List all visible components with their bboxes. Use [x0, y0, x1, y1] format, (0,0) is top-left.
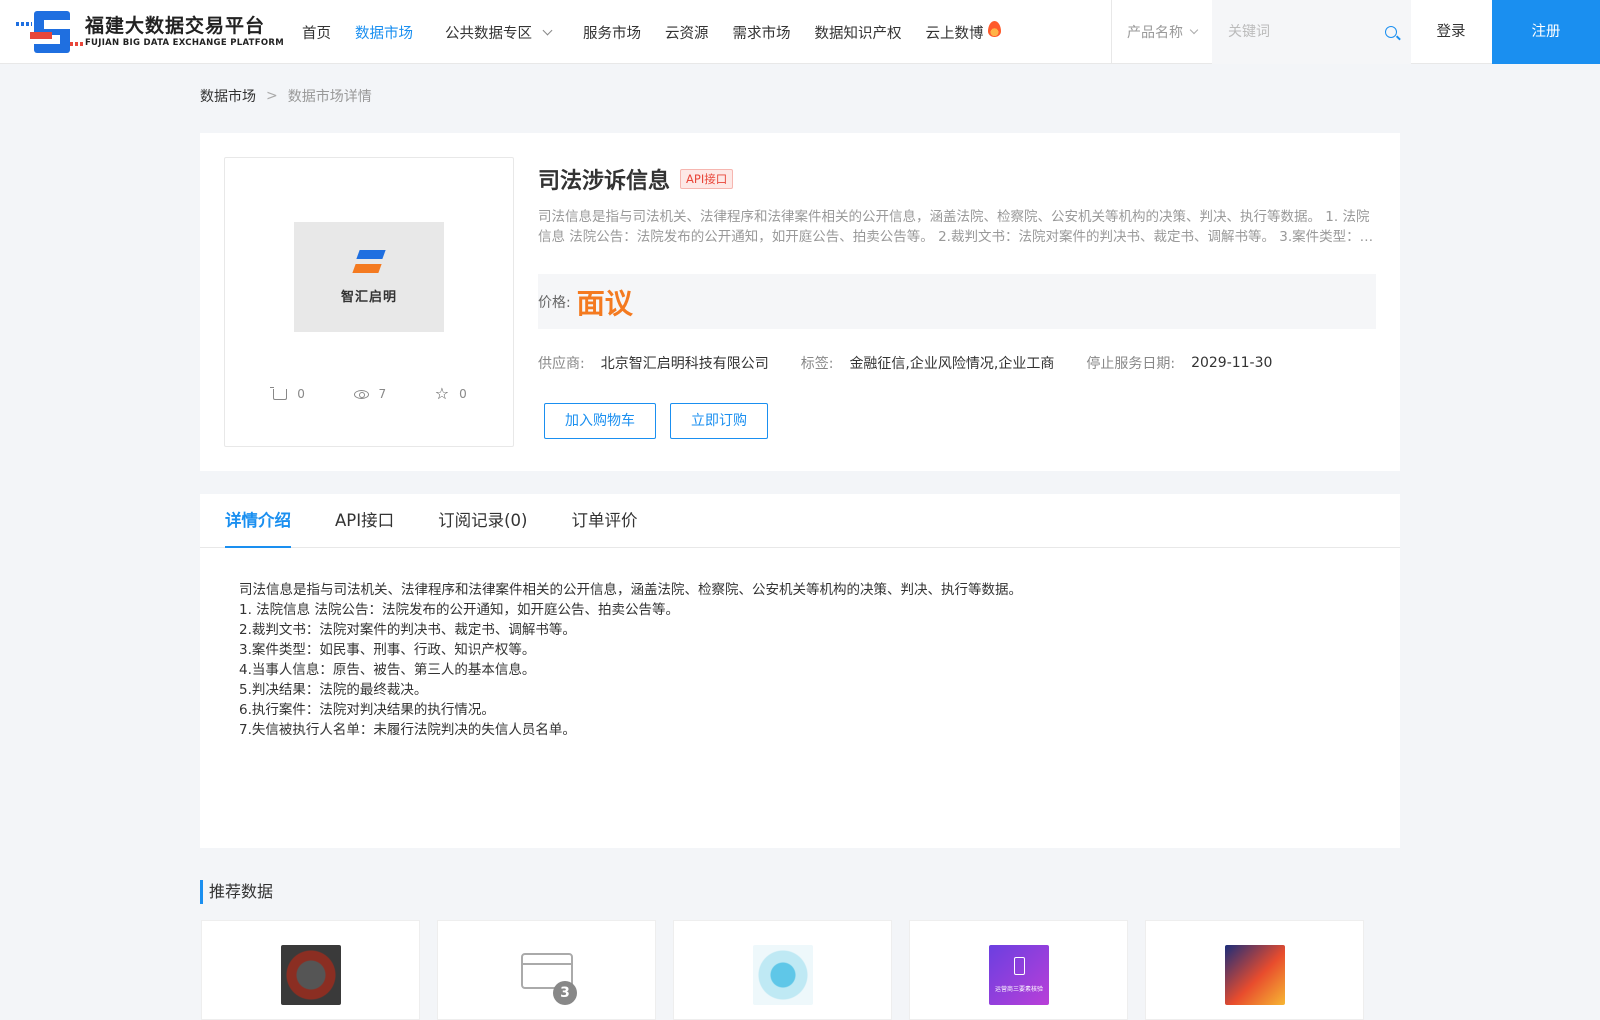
nav-home[interactable]: 首页	[302, 22, 331, 43]
view-count-value: 7	[378, 387, 387, 401]
id-card-icon: 3	[517, 945, 577, 1005]
tab-api[interactable]: API接口	[335, 494, 394, 548]
recommended-card[interactable]: 3	[437, 920, 656, 1020]
detail-line: 司法信息是指与司法机关、法律程序和法律案件相关的公开信息，涵盖法院、检察院、公安…	[239, 582, 1022, 598]
nav-cloud-resource[interactable]: 云资源	[665, 22, 709, 43]
api-badge: API接口	[680, 169, 734, 189]
product-description: 司法信息是指与司法机关、法律程序和法律案件相关的公开信息，涵盖法院、检察院、公安…	[538, 209, 1374, 245]
nav-data-ip-label: 数据知识产权	[814, 25, 902, 42]
eye-icon	[353, 389, 369, 399]
logo-title: 福建大数据交易平台	[84, 15, 265, 37]
cart-count-value: 0	[297, 387, 305, 401]
nav-data-market[interactable]: 数据市场	[355, 22, 413, 43]
register-button[interactable]: 注册	[1492, 0, 1600, 64]
product-meta: 供应商: 北京智汇启明科技有限公司 标签: 金融征信,企业风险情况,企业工商 停…	[538, 353, 1376, 373]
phone-verify-caption: 运营商三要素核验	[994, 986, 1043, 993]
tab-details[interactable]: 详情介绍	[225, 494, 291, 548]
price-value: 面议	[576, 286, 633, 320]
stop-date-value: 2029-11-30	[1191, 355, 1273, 371]
tab-subscriptions[interactable]: 订阅记录(0)	[438, 494, 527, 548]
detail-line: 5.判决结果：法院的最终裁决。	[239, 682, 428, 698]
chevron-down-icon	[1189, 25, 1199, 35]
product-title: 司法涉诉信息	[538, 169, 671, 194]
site-logo[interactable]: 福建大数据交易平台 FUJIAN BIG DATA EXCHANGE PLATF…	[16, 8, 284, 56]
phone-verify-icon: 运营商三要素核验	[989, 945, 1049, 1005]
product-card: 智汇启明 0 7 ☆ 0 司法涉诉信息 API接口 司法信息是指与司法机关、法律…	[200, 133, 1400, 471]
supplier-logo-name: 智汇启明	[340, 289, 397, 305]
breadcrumb-separator: >	[266, 88, 278, 104]
detail-line: 7.失信被执行人名单：未履行法院判决的失信人员名单。	[239, 722, 576, 738]
detail-line: 3.案件类型：如民事、刑事、行政、知识产权等。	[239, 642, 536, 658]
handshake-icon	[1225, 945, 1285, 1005]
view-count: 7	[353, 386, 387, 402]
login-button[interactable]: 登录	[1410, 0, 1492, 64]
nav-cloud-resource-label: 云资源	[665, 25, 709, 42]
product-image: 智汇启明	[294, 222, 444, 332]
nav-service-market-label: 服务市场	[583, 25, 641, 42]
favorite-count-value: 0	[459, 387, 467, 401]
nav-demand-market-label: 需求市场	[732, 25, 791, 42]
detail-line: 1. 法院信息 法院公告：法院发布的公开通知，如开庭公告、拍卖公告等。	[239, 602, 679, 618]
subscribe-button[interactable]: 立即订购	[670, 403, 768, 439]
favorite-count[interactable]: ☆ 0	[435, 386, 467, 402]
cart-count[interactable]: 0	[270, 386, 305, 402]
fire-icon	[987, 21, 1001, 37]
supplier-label: 供应商:	[538, 356, 585, 372]
supplier-logo-icon	[352, 249, 386, 278]
detail-line: 2.裁判文书：法院对案件的判决书、裁定书、调解书等。	[239, 622, 576, 638]
detail-tabs: 详情介绍 API接口 订阅记录(0) 订单评价	[200, 494, 1400, 548]
recommended-card[interactable]	[1145, 920, 1364, 1020]
detail-line: 6.执行案件：法院对判决结果的执行情况。	[239, 702, 495, 718]
nav-public-data-label: 公共数据专区	[445, 25, 532, 42]
add-to-cart-button[interactable]: 加入购物车	[544, 403, 656, 439]
search-bar: 产品名称	[1111, 0, 1411, 64]
chevron-down-icon	[542, 25, 553, 35]
tab-reviews[interactable]: 订单评价	[571, 494, 637, 548]
recommended-title: 推荐数据	[200, 880, 273, 904]
cart-icon	[270, 386, 288, 400]
breadcrumb-current: 数据市场详情	[287, 89, 372, 105]
top-header: 福建大数据交易平台 FUJIAN BIG DATA EXCHANGE PLATF…	[0, 0, 1600, 64]
search-input[interactable]	[1228, 24, 1378, 40]
recommended-list: 3 运营商三要素核验	[201, 920, 1381, 1020]
recommended-card[interactable]	[201, 920, 420, 1020]
tags-label: 标签:	[800, 356, 834, 372]
product-stats: 0 7 ☆ 0	[225, 386, 515, 402]
logo-subtitle: FUJIAN BIG DATA EXCHANGE PLATFORM	[84, 38, 284, 48]
stop-date-label: 停止服务日期:	[1086, 356, 1176, 372]
price-box: 价格: 面议	[538, 274, 1376, 329]
face-recognition-icon	[753, 945, 813, 1005]
recommended-card[interactable]: 运营商三要素核验	[909, 920, 1128, 1020]
tags-value: 金融征信,企业风险情况,企业工商	[849, 356, 1055, 372]
detail-line: 4.当事人信息：原告、被告、第三人的基本信息。	[239, 662, 536, 678]
product-thumbnail-box: 智汇启明 0 7 ☆ 0	[224, 157, 514, 447]
product-actions: 加入购物车 立即订购	[544, 403, 1376, 439]
nav-data-market-label: 数据市场	[355, 25, 413, 42]
recommended-card[interactable]	[673, 920, 892, 1020]
nav-cloud-expo[interactable]: 云上数博	[925, 21, 1001, 43]
badge-emblem-icon	[281, 945, 341, 1005]
nav-home-label: 首页	[302, 25, 331, 42]
card-count-badge: 3	[553, 981, 577, 1005]
breadcrumb-root[interactable]: 数据市场	[200, 86, 256, 106]
product-info: 司法涉诉信息 API接口 司法信息是指与司法机关、法律程序和法律案件相关的公开信…	[538, 157, 1376, 439]
breadcrumb: 数据市场 > 数据市场详情	[200, 86, 372, 106]
price-label: 价格:	[538, 294, 571, 311]
star-icon: ☆	[434, 384, 450, 403]
search-type-select[interactable]: 产品名称	[1112, 0, 1212, 64]
nav-data-ip[interactable]: 数据知识产权	[815, 22, 902, 43]
search-input-wrap	[1212, 0, 1411, 64]
nav-cloud-expo-label: 云上数博	[925, 25, 984, 42]
logo-mark-icon	[16, 8, 84, 56]
nav-demand-market[interactable]: 需求市场	[733, 22, 791, 43]
nav-public-data[interactable]: 公共数据专区	[445, 22, 553, 43]
supplier-value: 北京智汇启明科技有限公司	[600, 356, 769, 372]
search-type-label: 产品名称	[1127, 25, 1183, 41]
main-nav: 首页 数据市场 公共数据专区 服务市场 云资源 需求市场 数据知识产权 云上数博	[302, 0, 1025, 64]
detail-body: 司法信息是指与司法机关、法律程序和法律案件相关的公开信息，涵盖法院、检察院、公安…	[200, 548, 1400, 740]
nav-service-market[interactable]: 服务市场	[583, 22, 641, 43]
search-icon[interactable]	[1385, 26, 1397, 38]
detail-card: 详情介绍 API接口 订阅记录(0) 订单评价 司法信息是指与司法机关、法律程序…	[200, 494, 1400, 848]
